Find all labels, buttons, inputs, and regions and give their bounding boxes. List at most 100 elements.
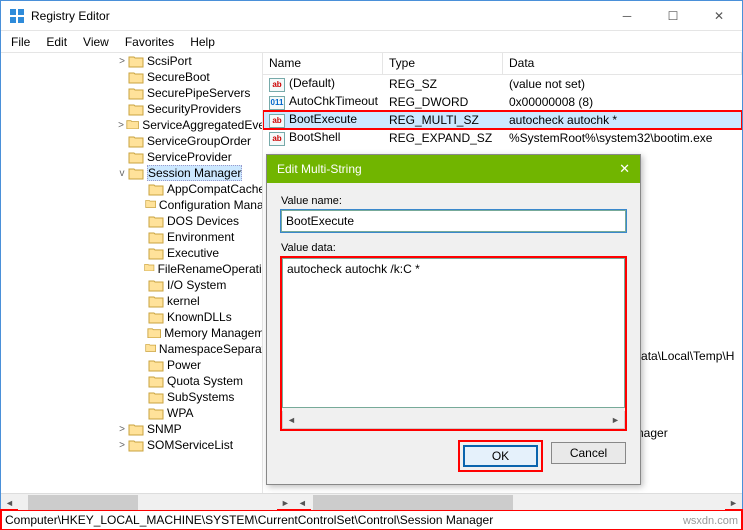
scroll-left-icon[interactable]: ◄ [1, 494, 18, 511]
tree-item[interactable]: >ScsiPort [1, 53, 263, 69]
value-name: (Default) [289, 76, 335, 90]
tree-item[interactable]: SecurityProviders [1, 101, 263, 117]
tree-label: DOS Devices [167, 214, 239, 228]
scroll-left-icon-2[interactable]: ◄ [294, 494, 311, 511]
tree-item[interactable]: ServiceProvider [1, 149, 263, 165]
menu-view[interactable]: View [83, 35, 109, 49]
tree-item[interactable]: SecurePipeServers [1, 85, 263, 101]
folder-icon [148, 375, 164, 388]
tree-item[interactable]: kernel [1, 293, 263, 309]
list-row[interactable]: abBootExecuteREG_MULTI_SZautocheck autoc… [263, 111, 742, 129]
scrollbar-horizontal[interactable]: ◄ ► ◄ ► [1, 493, 742, 510]
minimize-button[interactable]: ─ [604, 1, 650, 31]
col-name[interactable]: Name [263, 53, 383, 74]
folder-icon [128, 55, 144, 68]
menu-help[interactable]: Help [190, 35, 215, 49]
valuename-input[interactable] [281, 210, 626, 232]
app-icon [9, 8, 25, 24]
folder-icon [148, 311, 164, 324]
col-type[interactable]: Type [383, 53, 503, 74]
close-icon[interactable]: ✕ [619, 161, 630, 177]
scroll-left-icon[interactable]: ◄ [283, 411, 300, 428]
close-button[interactable]: ✕ [696, 1, 742, 31]
folder-icon [144, 263, 155, 276]
textarea-scrollbar[interactable]: ◄ ► [282, 411, 625, 429]
expand-icon[interactable]: v [116, 168, 128, 179]
menu-file[interactable]: File [11, 35, 30, 49]
tree-item[interactable]: >ServiceAggregatedEvents [1, 117, 263, 133]
folder-icon [148, 231, 164, 244]
list-row[interactable]: 011AutoChkTimeoutREG_DWORD0x00000008 (8) [263, 93, 742, 111]
scroll-right-icon[interactable]: ► [607, 411, 624, 428]
folder-icon [148, 183, 164, 196]
menubar: File Edit View Favorites Help [1, 31, 742, 53]
expand-icon[interactable]: > [116, 424, 128, 435]
expand-icon[interactable]: > [116, 120, 126, 131]
scroll-thumb-2[interactable] [313, 495, 513, 510]
dialog-titlebar[interactable]: Edit Multi-String ✕ [267, 155, 640, 183]
expand-icon[interactable]: > [116, 56, 128, 67]
tree-item[interactable]: Configuration Manager [1, 197, 263, 213]
tree-item[interactable]: vSession Manager [1, 165, 263, 181]
tree-label: SNMP [147, 422, 182, 436]
tree-item[interactable]: AppCompatCache [1, 181, 263, 197]
tree-pane[interactable]: >ScsiPortSecureBootSecurePipeServersSecu… [1, 53, 263, 493]
tree-label: FileRenameOperations [158, 262, 263, 276]
tree-item[interactable]: >SOMServiceList [1, 437, 263, 453]
tree-label: kernel [167, 294, 200, 308]
folder-icon [148, 359, 164, 372]
tree-item[interactable]: Quota System [1, 373, 263, 389]
value-type: REG_DWORD [383, 95, 503, 109]
tree-item[interactable]: WPA [1, 405, 263, 421]
value-name: BootShell [289, 130, 340, 144]
tree-label: Memory Management [164, 326, 263, 340]
tree-item[interactable]: SecureBoot [1, 69, 263, 85]
cancel-button[interactable]: Cancel [551, 442, 626, 464]
scroll-track-2[interactable] [311, 494, 725, 510]
tree-item[interactable]: FileRenameOperations [1, 261, 263, 277]
col-data[interactable]: Data [503, 53, 742, 74]
scroll-track[interactable] [18, 494, 277, 510]
tree-label: Quota System [167, 374, 243, 388]
tree-item[interactable]: I/O System [1, 277, 263, 293]
expand-icon[interactable]: > [116, 440, 128, 451]
tree-item[interactable]: KnownDLLs [1, 309, 263, 325]
tree-item[interactable]: Environment [1, 229, 263, 245]
tree-item[interactable]: SubSystems [1, 389, 263, 405]
ok-button[interactable]: OK [463, 445, 538, 467]
folder-icon [148, 215, 164, 228]
scroll-right-icon-2[interactable]: ► [725, 494, 742, 511]
dialog-edit-multi-string: Edit Multi-String ✕ Value name: Value da… [266, 154, 641, 485]
scroll-right-icon[interactable]: ► [277, 494, 294, 511]
tree-label: Environment [167, 230, 234, 244]
valuedata-textarea[interactable] [282, 258, 625, 408]
menu-edit[interactable]: Edit [46, 35, 67, 49]
tree-item[interactable]: ServiceGroupOrder [1, 133, 263, 149]
tree-label: Power [167, 358, 201, 372]
ok-highlight: OK [460, 442, 541, 470]
folder-icon [128, 439, 144, 452]
tree-item[interactable]: NamespaceSeparation [1, 341, 263, 357]
menu-favorites[interactable]: Favorites [125, 35, 174, 49]
tree-item[interactable]: Power [1, 357, 263, 373]
value-data: (value not set) [503, 77, 742, 91]
tree-item[interactable]: Memory Management [1, 325, 263, 341]
folder-icon [147, 327, 161, 340]
value-type: REG_EXPAND_SZ [383, 131, 503, 145]
valuename-label: Value name: [281, 195, 626, 207]
scroll-thumb[interactable] [28, 495, 138, 510]
string-icon: ab [269, 114, 285, 128]
tree-item[interactable]: Executive [1, 245, 263, 261]
tree-label: I/O System [167, 278, 226, 292]
list-row[interactable]: abBootShellREG_EXPAND_SZ%SystemRoot%\sys… [263, 129, 742, 147]
tree-item[interactable]: DOS Devices [1, 213, 263, 229]
maximize-button[interactable]: ☐ [650, 1, 696, 31]
tree-label: AppCompatCache [167, 182, 263, 196]
folder-icon [128, 167, 144, 180]
folder-icon [128, 71, 144, 84]
titlebar: Registry Editor ─ ☐ ✕ [1, 1, 742, 31]
folder-icon [148, 295, 164, 308]
list-row[interactable]: ab(Default)REG_SZ(value not set) [263, 75, 742, 93]
tree-item[interactable]: > SNMP [1, 421, 263, 437]
binary-icon: 011 [269, 96, 285, 110]
